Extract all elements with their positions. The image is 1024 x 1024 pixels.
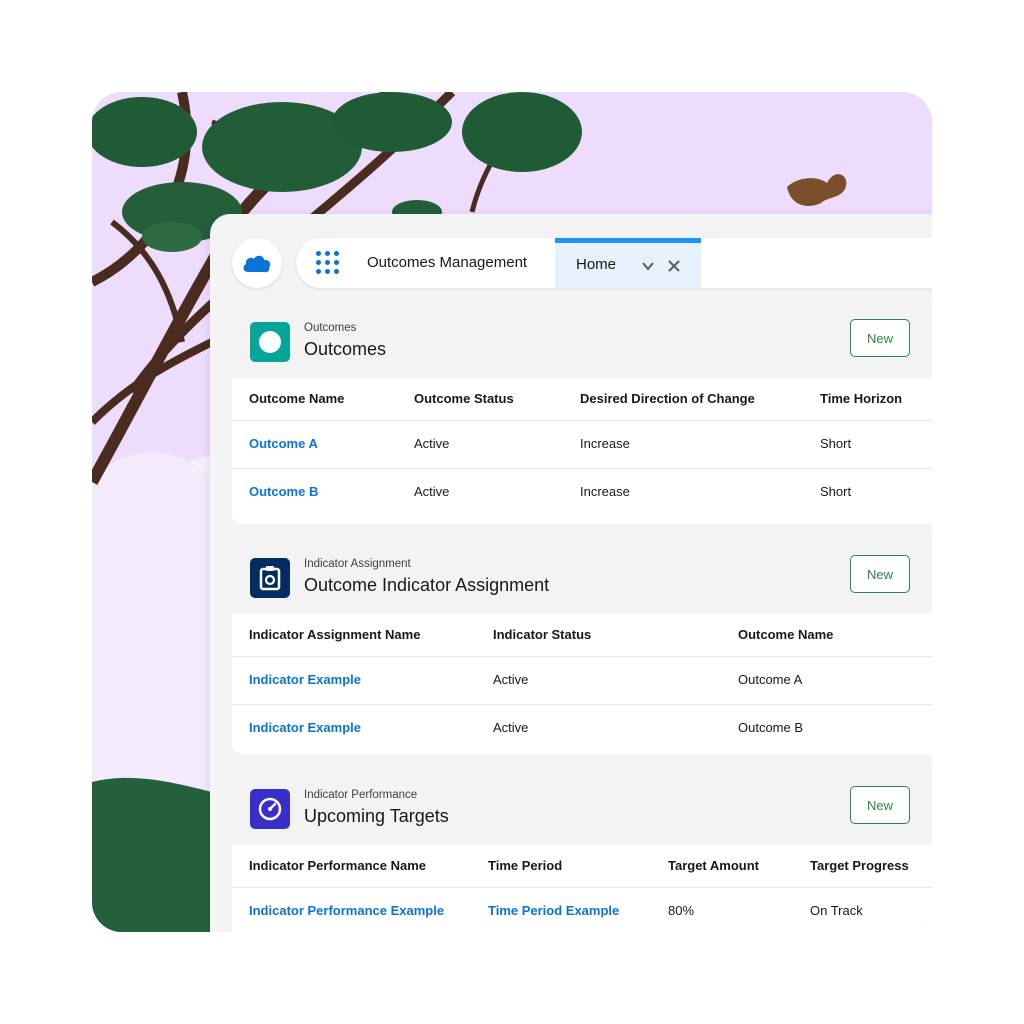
column-header[interactable]: Time Period — [488, 845, 562, 887]
card-subtitle: Indicator Assignment — [304, 558, 411, 570]
column-header[interactable]: Indicator Assignment Name — [249, 614, 420, 656]
outcome-circle-icon — [250, 322, 290, 362]
global-nav-bar: Outcomes Management Home — [296, 238, 932, 288]
direction-of-change: Increase — [580, 436, 630, 451]
column-header[interactable]: Indicator Status — [493, 614, 591, 656]
time-period-link[interactable]: Time Period Example — [488, 888, 619, 932]
table-row: Outcome A Active Increase Short — [232, 420, 932, 468]
outcome-status: Active — [414, 484, 450, 499]
column-header[interactable]: Outcome Name — [738, 614, 833, 656]
outcome-name: Outcome B — [738, 720, 804, 735]
outcome-name-link[interactable]: Outcome A — [249, 421, 318, 467]
column-header[interactable]: Indicator Performance Name — [249, 845, 426, 887]
indicator-status: Active — [493, 720, 529, 735]
new-target-button[interactable]: New — [850, 786, 910, 824]
tab-home[interactable]: Home — [555, 238, 701, 288]
indicator-assignment-link[interactable]: Indicator Example — [249, 705, 361, 751]
column-header[interactable]: Outcome Name — [249, 378, 344, 420]
card-subtitle: Outcomes — [304, 322, 357, 334]
outcome-name-link[interactable]: Outcome B — [249, 469, 318, 515]
card-subtitle: Indicator Performance — [304, 789, 418, 801]
column-header[interactable]: Outcome Status — [414, 378, 514, 420]
new-outcome-button[interactable]: New — [850, 319, 910, 357]
column-header[interactable]: Target Amount — [668, 845, 759, 887]
table-row: Outcome B Active Increase Short — [232, 468, 932, 516]
tab-label: Home — [576, 256, 617, 273]
illustration-frame: Outcomes Management Home Outcomes Outcom… — [92, 92, 932, 932]
clipboard-icon — [250, 558, 290, 598]
card-title: Upcoming Targets — [304, 806, 449, 826]
cloud-logo-icon — [243, 255, 271, 273]
indicator-assignment-link[interactable]: Indicator Example — [249, 657, 361, 703]
close-icon[interactable] — [667, 259, 681, 273]
indicator-status: Active — [493, 672, 529, 687]
table-row: Indicator Example Active Outcome A — [232, 656, 932, 704]
target-amount: 80% — [668, 903, 695, 918]
outcome-status: Active — [414, 436, 450, 451]
salesforce-logo[interactable] — [232, 238, 282, 288]
time-horizon: Short — [820, 436, 852, 451]
target-progress: On Track — [810, 903, 863, 918]
app-name: Outcomes Management — [367, 254, 528, 271]
card-header: Indicator Assignment Outcome Indicator A… — [232, 538, 932, 614]
card-header: Outcomes Outcomes New — [232, 302, 932, 378]
column-header[interactable]: Target Progress — [810, 845, 909, 887]
card-header: Indicator Performance Upcoming Targets N… — [232, 769, 932, 845]
outcomes-card: Outcomes Outcomes New Outcome Name Outco… — [232, 302, 932, 524]
column-header[interactable]: Time Horizon — [820, 378, 902, 420]
card-title: Outcome Indicator Assignment — [304, 575, 550, 595]
indicator-performance-link[interactable]: Indicator Performance Example — [249, 888, 444, 932]
column-header[interactable]: Desired Direction of Change — [580, 378, 755, 420]
table-header: Indicator Assignment Name Indicator Stat… — [232, 614, 932, 656]
salesforce-app-window: Outcomes Management Home Outcomes Outcom… — [210, 214, 932, 932]
table-header: Outcome Name Outcome Status Desired Dire… — [232, 378, 932, 420]
table-header: Indicator Performance Name Time Period T… — [232, 845, 932, 887]
card-title: Outcomes — [304, 339, 387, 359]
table-row: Indicator Example Active Outcome B — [232, 704, 932, 752]
outcome-name: Outcome A — [738, 672, 803, 687]
chevron-down-icon[interactable] — [641, 259, 655, 273]
new-indicator-assignment-button[interactable]: New — [850, 555, 910, 593]
app-launcher-icon[interactable] — [316, 251, 340, 275]
table-row: Indicator Performance Example Time Perio… — [232, 887, 932, 932]
direction-of-change: Increase — [580, 484, 630, 499]
time-horizon: Short — [820, 484, 852, 499]
gauge-icon — [250, 789, 290, 829]
upcoming-targets-card: Indicator Performance Upcoming Targets N… — [232, 769, 932, 932]
indicator-assignment-card: Indicator Assignment Outcome Indicator A… — [232, 538, 932, 754]
